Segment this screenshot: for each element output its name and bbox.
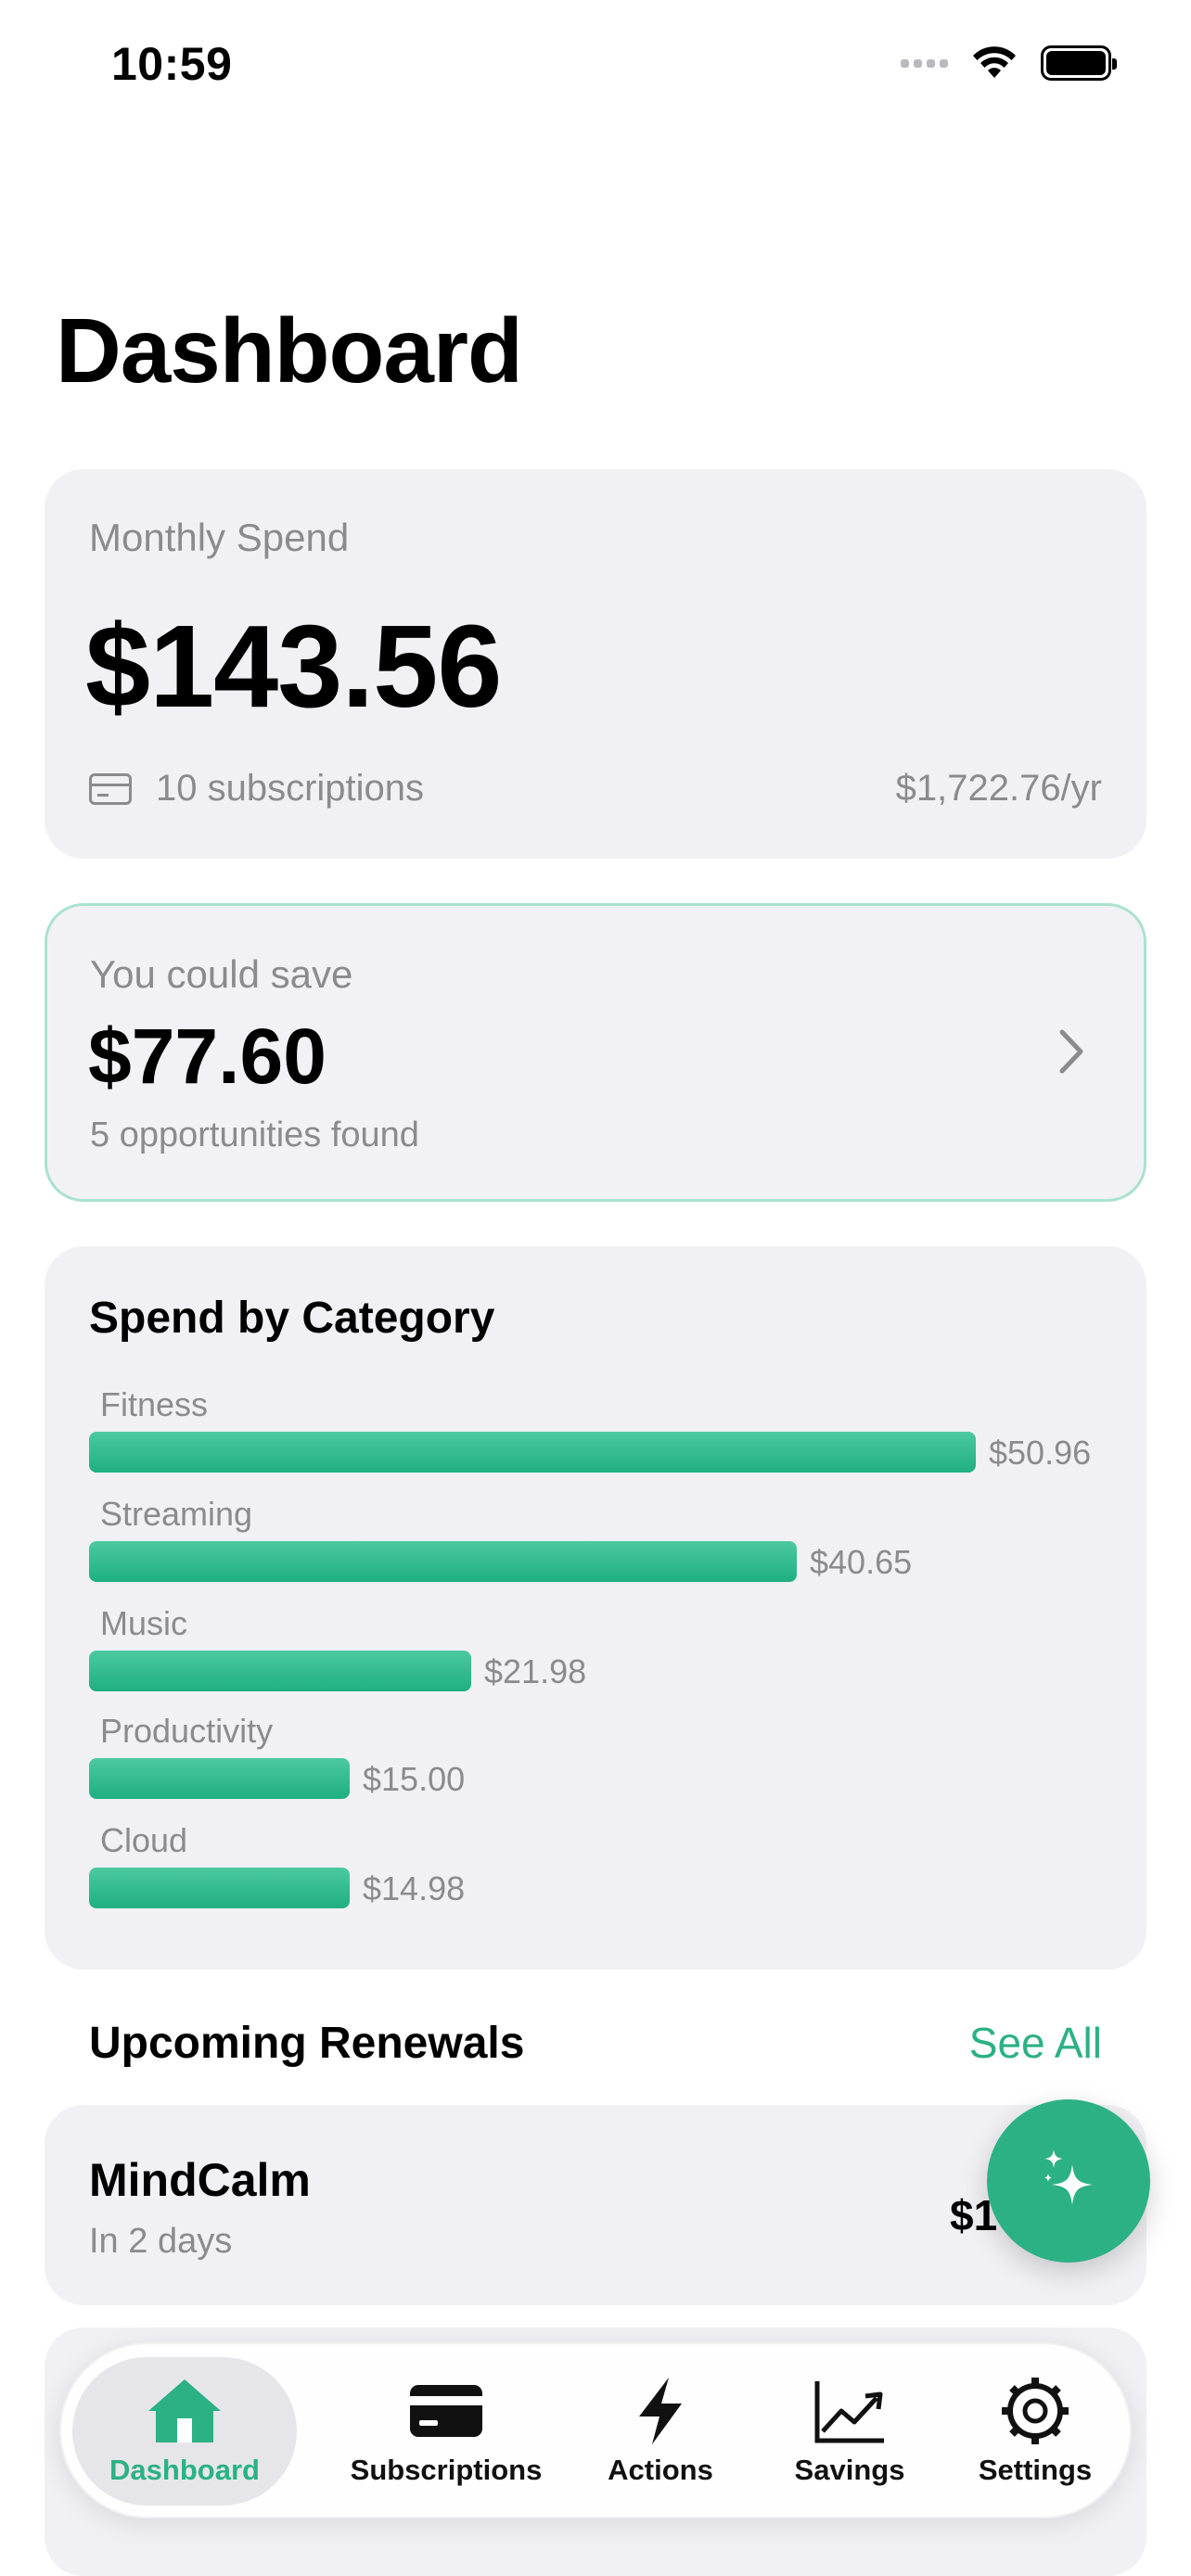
category-bar [89,1868,350,1908]
renewal-date: In 2 days [89,2222,233,2261]
category-row-fitness: Fitness $50.96 [89,1385,1109,1489]
category-row-streaming: Streaming $40.65 [89,1495,1109,1599]
category-label: Productivity [100,1712,274,1750]
tab-label: Subscriptions [350,2454,543,2486]
see-all-link[interactable]: See All [969,2018,1102,2068]
category-bar [89,1651,471,1691]
upcoming-renewals-title: Upcoming Renewals [89,2019,525,2068]
yearly-total: $1,722.76/yr [895,768,1102,809]
sparkles-icon [1044,2149,1093,2205]
tab-savings[interactable]: Savings [766,2357,933,2506]
tab-label: Savings [794,2454,905,2486]
wifi-icon [973,46,1016,78]
category-row-cloud: Cloud $14.98 [89,1821,1109,1925]
monthly-spend-card: Monthly Spend $143.56 10 subscriptions $… [45,469,1146,859]
status-icons [901,45,1117,82]
monthly-spend-label: Monthly Spend [89,516,350,559]
savings-label: You could save [90,952,353,996]
category-row-productivity: Productivity $15.00 [89,1712,1109,1816]
category-chart-title: Spend by Category [89,1294,495,1343]
bolt-icon [639,2378,682,2444]
category-row-music: Music $21.98 [89,1604,1109,1708]
category-label: Cloud [100,1821,188,1859]
page-title: Dashboard [56,300,523,402]
spend-by-category-card: Spend by Category Fitness $50.96 Streami… [45,1246,1146,1970]
category-label: Music [100,1604,188,1642]
cellular-signal-icon [901,58,948,68]
subscription-count-text: 10 subscriptions [156,768,425,809]
chevron-right-icon [1059,1029,1083,1074]
renewal-item[interactable]: MindCalm In 2 days $1 [45,2105,1146,2305]
credit-card-icon [410,2385,482,2437]
trend-chart-icon [814,2381,884,2443]
tab-label: Actions [608,2454,713,2486]
ai-assistant-button[interactable] [987,2099,1150,2263]
category-label: Fitness [100,1385,209,1423]
tab-settings[interactable]: Settings [952,2357,1119,2506]
tab-dashboard[interactable]: Dashboard [72,2357,297,2506]
category-value: $50.96 [989,1434,1092,1472]
renewal-name: MindCalm [89,2154,311,2206]
category-label: Streaming [100,1495,253,1533]
status-time: 10:59 [111,38,233,90]
category-bar [89,1541,797,1582]
tab-label: Settings [978,2454,1093,2486]
tab-bar: Dashboard Subscriptions Actions Savings [59,2342,1132,2519]
gear-icon [1002,2378,1069,2444]
savings-opportunities: 5 opportunities found [90,1116,419,1154]
monthly-spend-amount: $143.56 [85,601,502,732]
category-value: $21.98 [484,1652,587,1690]
house-icon [148,2379,221,2442]
battery-icon [1041,45,1117,81]
tab-label: Dashboard [109,2454,260,2486]
category-bar [89,1758,350,1799]
tab-actions[interactable]: Actions [586,2357,735,2506]
category-value: $15.00 [363,1760,466,1798]
category-value: $14.98 [363,1869,466,1907]
savings-card[interactable]: You could save $77.60 5 opportunities fo… [45,903,1146,1202]
category-bar [89,1432,976,1473]
savings-amount: $77.60 [88,1013,327,1100]
category-value: $40.65 [810,1543,913,1581]
tab-subscriptions[interactable]: Subscriptions [325,2357,568,2506]
subscription-count: 10 subscriptions [89,768,424,810]
credit-card-icon [89,772,132,805]
